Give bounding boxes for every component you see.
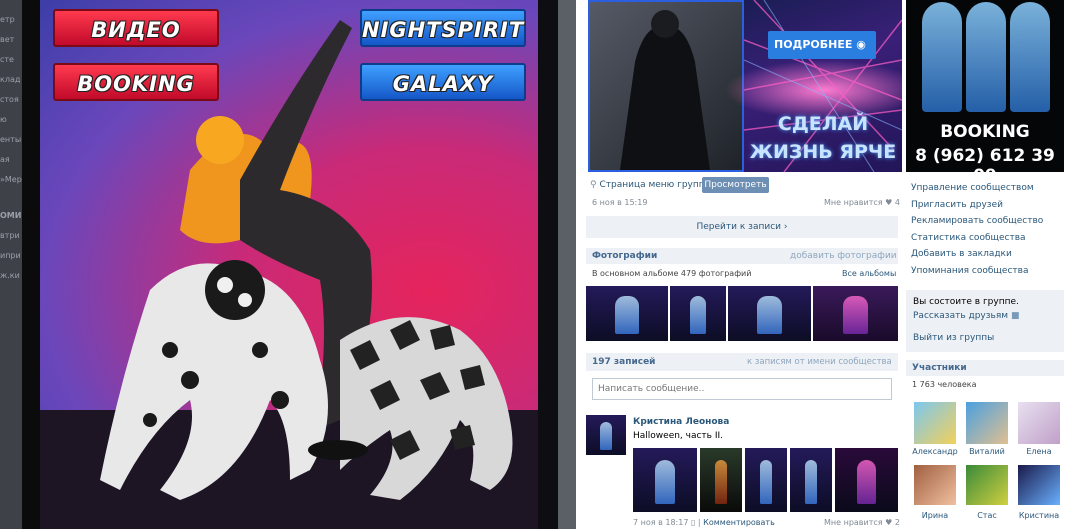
- overlay-strip: [558, 0, 576, 529]
- community-actions: Управление сообществом Пригласить друзей…: [911, 180, 1071, 279]
- tell-friends-link[interactable]: Рассказать друзьям ■: [913, 311, 1019, 321]
- sidebar-fragment: вет: [0, 35, 15, 44]
- all-albums-link[interactable]: Все альбомы: [842, 269, 896, 278]
- photos-header[interactable]: Фотографии: [592, 251, 657, 261]
- banner-slogan-line2: ЖИЗНЬ ЯРЧЕ: [749, 141, 897, 163]
- galaxy-button[interactable]: GALAXY: [360, 63, 526, 101]
- post-text: Halloween, часть II.: [633, 431, 724, 441]
- advertise-community-link[interactable]: Рекламировать сообщество: [911, 213, 1071, 230]
- photo-thumb[interactable]: [586, 286, 668, 341]
- member-name[interactable]: Александр: [907, 447, 963, 456]
- community-stats-link[interactable]: Статистика сообщества: [911, 230, 1071, 247]
- sidebar-fragment: ю: [0, 115, 7, 124]
- sidebar-fragment: енты: [0, 135, 22, 144]
- dancers-photo: [620, 10, 710, 170]
- members-header[interactable]: Участники: [912, 363, 967, 373]
- cursor-icon: ◉: [856, 38, 866, 51]
- phone-icon: ▯: [690, 518, 696, 527]
- sidebar-fragment: ОМИ: [0, 211, 22, 220]
- heart-icon: ♥: [885, 198, 893, 207]
- go-to-post-label: Перейти к записи: [696, 222, 782, 232]
- from-community-link[interactable]: к записям от имени сообщества: [747, 357, 892, 367]
- sidebar-fragment: сте: [0, 55, 14, 64]
- sidebar-fragment: »Мер: [0, 175, 22, 184]
- banner-photo: [588, 0, 744, 172]
- member-name[interactable]: Кристина: [1011, 511, 1067, 520]
- membership-status: Вы состоите в группе.: [913, 297, 1019, 307]
- photo-thumb[interactable]: [670, 286, 726, 341]
- post-photo[interactable]: [700, 448, 742, 512]
- community-mentions-link[interactable]: Упоминания сообщества: [911, 263, 1071, 280]
- group-banner[interactable]: ПОДРОБНЕЕ ◉ СДЕЛАЙ ЖИЗНЬ ЯРЧЕ: [588, 0, 902, 172]
- likes-label: Мне нравится: [824, 198, 883, 207]
- album-info: В основном альбоме 479 фотографий: [592, 269, 752, 278]
- member-avatar[interactable]: [1018, 465, 1060, 505]
- banner-slogan-line1: СДЕЛАЙ: [777, 113, 869, 135]
- comment-link[interactable]: Комментировать: [703, 518, 775, 527]
- add-photos-link[interactable]: добавить фотографии: [790, 251, 897, 261]
- booking-button[interactable]: BOOKING: [53, 63, 219, 101]
- group-menu-label: Страница меню группы: [599, 180, 712, 190]
- author-avatar[interactable]: [586, 415, 626, 455]
- post-likes[interactable]: Мне нравится ♥ 4: [824, 198, 900, 207]
- post-likes-2[interactable]: Мне нравится ♥ 2: [824, 518, 900, 527]
- post-photo[interactable]: [835, 448, 898, 512]
- member-name[interactable]: Виталий: [959, 447, 1015, 456]
- view-button[interactable]: Просмотреть: [702, 177, 769, 193]
- video-button[interactable]: ВИДЕО: [53, 9, 219, 47]
- photo-viewer[interactable]: ВИДЕО BOOKING NIGHTSPIRIT GALAXY: [40, 0, 538, 529]
- sidebar-fragment: етр: [0, 15, 15, 24]
- wall-post-input[interactable]: Написать сообщение..: [592, 378, 892, 400]
- photo-thumb[interactable]: [728, 286, 811, 341]
- post-footer: 7 ноя в 18:17 ▯ | Комментировать: [633, 518, 775, 527]
- nightspirit-button[interactable]: NIGHTSPIRIT: [360, 9, 526, 47]
- speech-bubble-icon: ■: [1010, 311, 1020, 321]
- invite-friends-link[interactable]: Пригласить друзей: [911, 197, 1071, 214]
- wall-count[interactable]: 197 записей: [592, 357, 656, 367]
- likes-label: Мне нравится: [824, 518, 883, 527]
- heart-icon: ♥: [885, 518, 893, 527]
- likes-count: 2: [894, 518, 900, 527]
- manage-community-link[interactable]: Управление сообществом: [911, 180, 1071, 197]
- tell-friends-label: Рассказать друзьям: [913, 311, 1009, 321]
- post-photo[interactable]: [633, 448, 697, 512]
- overlay-gap: [538, 0, 558, 529]
- go-to-post-button[interactable]: Перейти к записи ›: [586, 216, 898, 238]
- more-button-label: ПОДРОБНЕЕ: [774, 38, 853, 51]
- likes-count: 4: [894, 198, 900, 207]
- members-count: 1 763 человека: [912, 380, 977, 389]
- banner-promo: ПОДРОБНЕЕ ◉ СДЕЛАЙ ЖИЗНЬ ЯРЧЕ: [724, 0, 902, 172]
- member-name[interactable]: Елена: [1011, 447, 1067, 456]
- post-photo[interactable]: [790, 448, 832, 512]
- sidebar-fragment: клад: [0, 75, 21, 84]
- photo-thumb[interactable]: [813, 286, 898, 341]
- sidebar-fragment: ая: [0, 155, 10, 164]
- member-avatar[interactable]: [914, 402, 956, 444]
- sidebar-fragment: втри: [0, 231, 20, 240]
- sidebar-fragment: стоя: [0, 95, 19, 104]
- leave-group-link[interactable]: Выйти из группы: [913, 333, 994, 343]
- post-date[interactable]: 6 ноя в 15:19: [592, 198, 647, 207]
- booking-title: BOOKING: [940, 122, 1030, 142]
- member-name[interactable]: Ирина: [907, 511, 963, 520]
- overlay-strip: [22, 0, 40, 529]
- member-avatar[interactable]: [966, 402, 1008, 444]
- member-avatar[interactable]: [1018, 402, 1060, 444]
- post-author[interactable]: Кристина Леонова: [633, 417, 729, 427]
- member-avatar[interactable]: [966, 465, 1008, 505]
- more-button[interactable]: ПОДРОБНЕЕ ◉: [768, 31, 876, 59]
- chevron-right-icon: ›: [783, 222, 788, 232]
- booking-phone: 8 (962) 612 39 09: [915, 146, 1055, 172]
- post-date-2[interactable]: 7 ноя в 18:17: [633, 518, 688, 527]
- member-avatar[interactable]: [914, 465, 956, 505]
- member-name[interactable]: Стас: [959, 511, 1015, 520]
- post-photo[interactable]: [745, 448, 787, 512]
- group-menu-link[interactable]: ⚲ Страница меню группы: [590, 180, 712, 190]
- pin-icon: ⚲: [590, 180, 597, 190]
- dimmed-sidebar: етр вет сте клад стоя ю енты ая »Мер ОМИ…: [0, 0, 22, 529]
- booking-banner[interactable]: BOOKING 8 (962) 612 39 09: [906, 0, 1064, 172]
- add-bookmark-link[interactable]: Добавить в закладки: [911, 246, 1071, 263]
- sidebar-fragment: ж.ки: [0, 271, 20, 280]
- sidebar-fragment: ипри: [0, 251, 21, 260]
